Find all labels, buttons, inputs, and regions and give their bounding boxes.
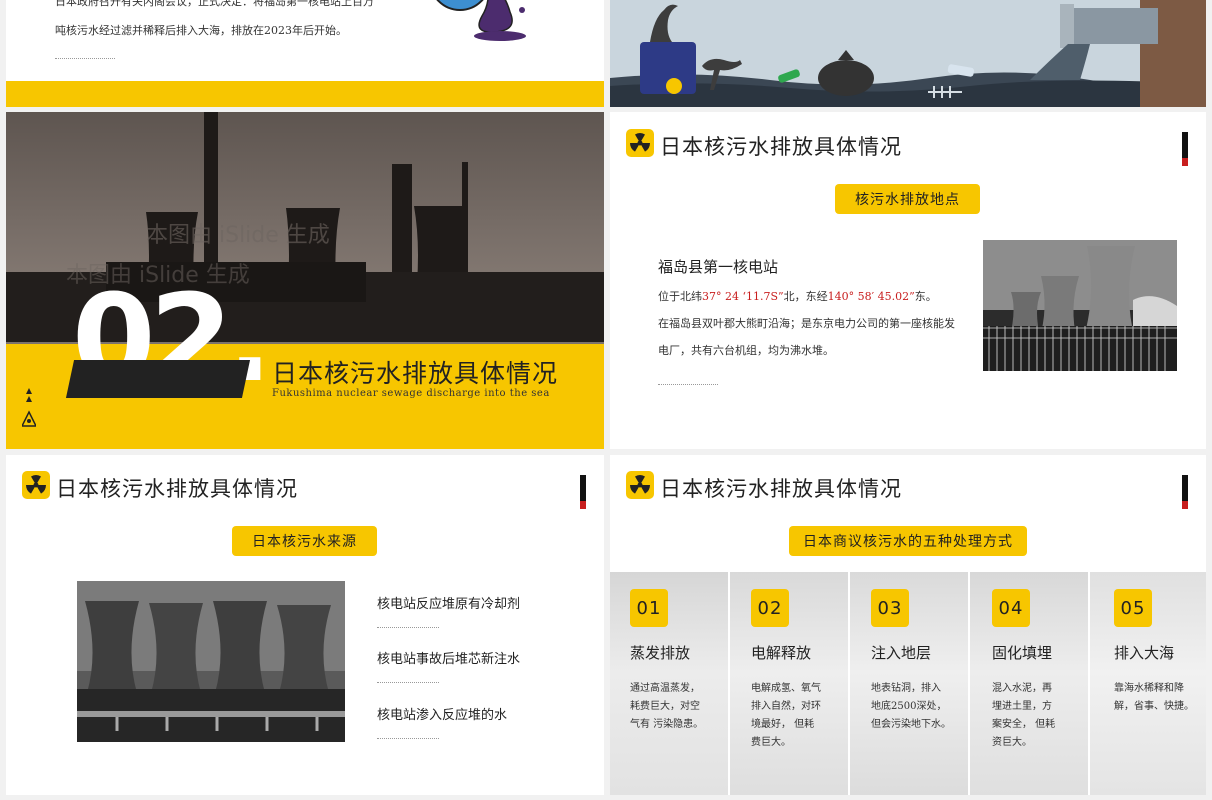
- methods-pill: 日本商议核污水的五种处理方式: [789, 526, 1027, 556]
- method-desc-line: 解，省事、快捷。: [1114, 701, 1194, 712]
- slide-title: 日本核污水排放具体情况: [660, 135, 902, 159]
- radiation-icon: [626, 471, 654, 499]
- corner-mark: [580, 475, 586, 509]
- corner-mark: [1182, 475, 1188, 509]
- plant-heading: 福岛县第一核电站: [658, 258, 779, 276]
- method-desc-line: 地底2500深处，: [871, 701, 947, 712]
- cooling-towers-photo: [983, 240, 1177, 371]
- source-pill: 日本核污水来源: [232, 526, 377, 556]
- method-title: 固化填埋: [992, 644, 1053, 662]
- slide-sewage-source: 日本核污水排放具体情况 日本核污水来源 核电站反应堆原有冷却剂 核电站事故后堆芯…: [6, 455, 604, 795]
- polluted-globe-illustration: [426, 0, 546, 50]
- method-number: 03: [871, 589, 909, 627]
- method-title: 排入大海: [1114, 644, 1175, 662]
- method-number: 02: [751, 589, 789, 627]
- method-card: 02 电解释放 电解成氢、氧气 排入自然，对环 境最好， 但耗 费巨大。: [730, 572, 848, 795]
- divider: [377, 627, 439, 628]
- ocean-pollution-scene: [610, 0, 1206, 107]
- method-card: 03 注入地层 地表钻洞，排入 地底2500深处， 但会污染地下水。: [850, 572, 968, 795]
- source-item-3: 核电站渗入反应堆的水: [377, 708, 508, 723]
- method-card: 05 排入大海 靠海水稀释和降 解，省事、快捷。: [1090, 572, 1206, 795]
- divider: [377, 682, 439, 683]
- method-desc-line: 费巨大。: [751, 737, 791, 748]
- method-title: 蒸发排放: [630, 644, 691, 662]
- method-title: 注入地层: [871, 644, 932, 662]
- slide-pollution-illustration: [610, 0, 1206, 107]
- intro-text-line-2: 吨核污水经过滤并稀释后排入大海，排放在2023年后开始。: [55, 24, 347, 37]
- method-title: 电解释放: [751, 644, 812, 662]
- plant-description-2: 电厂，共有六台机组，均为沸水堆。: [658, 344, 834, 357]
- location-pill: 核污水排放地点: [835, 184, 980, 214]
- yellow-bar: [6, 81, 604, 107]
- plant-description-1: 在福岛县双叶郡大熊町沿海；是东京电力公司的第一座核能发: [658, 317, 955, 330]
- slide-title: 日本核污水排放具体情况: [56, 477, 298, 501]
- slide-five-methods: 日本核污水排放具体情况 日本商议核污水的五种处理方式 01 蒸发排放 通过高温蒸…: [610, 455, 1206, 795]
- method-desc-line: 排入自然，对环: [751, 701, 821, 712]
- method-desc-line: 通过高温蒸发，: [630, 683, 700, 694]
- latitude: 37° 24 ‘11.7S”: [702, 290, 784, 303]
- divider: [658, 384, 718, 385]
- watermark: 本图由 iSlide 生成: [146, 223, 330, 248]
- section-subtitle: Fukushima nuclear sewage discharge into …: [272, 388, 550, 399]
- radiation-icon: [22, 471, 50, 499]
- radiation-icon: [626, 129, 654, 157]
- method-desc-line: 气有 污染隐患。: [630, 719, 704, 730]
- intro-text-line-1: 日本政府召开有关内阁会议，正式决定：将福岛第一核电站上百万: [55, 0, 374, 8]
- slide-title: 日本核污水排放具体情况: [660, 477, 902, 501]
- section-title: 日本核污水排放具体情况: [272, 359, 559, 388]
- divider: [55, 58, 115, 59]
- method-cards: 01 蒸发排放 通过高温蒸发， 耗费巨大，对空 气有 污染隐患。 02 电解释放…: [610, 572, 1206, 795]
- method-card: 04 固化填埋 混入水泥，再 埋进土里，方 案安全， 但耗 资巨大。: [970, 572, 1088, 795]
- method-desc-line: 靠海水稀释和降: [1114, 683, 1184, 694]
- method-desc-line: 案安全， 但耗: [992, 719, 1056, 730]
- method-desc-line: 境最好， 但耗: [751, 719, 815, 730]
- method-number: 01: [630, 589, 668, 627]
- source-item-1: 核电站反应堆原有冷却剂: [377, 597, 521, 612]
- number-overlay-block: [65, 360, 251, 398]
- slide-section-02: 本图由 iSlide 生成 本图由 iSlide 生成 02. 日本核污水排放具…: [6, 112, 604, 449]
- cooling-towers-photo: [77, 581, 345, 742]
- method-desc-line: 耗费巨大，对空: [630, 701, 700, 712]
- corner-mark: [1182, 132, 1188, 166]
- source-item-2: 核电站事故后堆芯新注水: [377, 652, 521, 667]
- method-desc-line: 地表钻洞，排入: [871, 683, 941, 694]
- method-desc-line: 混入水泥，再: [992, 683, 1052, 694]
- divider: [377, 738, 439, 739]
- slide-discharge-location: 日本核污水排放具体情况 核污水排放地点 福岛县第一核电站 位于北纬37° 24 …: [610, 112, 1206, 449]
- longitude: 140° 58′ 45.02”: [827, 290, 915, 303]
- slide-intro-partial: 日本政府召开有关内阁会议，正式决定：将福岛第一核电站上百万 吨核污水经过滤并稀释…: [6, 0, 604, 107]
- method-desc-line: 电解成氢、氧气: [751, 683, 821, 694]
- warning-triangle-icon: [20, 388, 38, 428]
- method-desc-line: 但会污染地下水。: [871, 719, 951, 730]
- method-card: 01 蒸发排放 通过高温蒸发， 耗费巨大，对空 气有 污染隐患。: [610, 572, 728, 795]
- coord-mid: 北，东经: [783, 290, 828, 303]
- coord-suffix: 东。: [914, 290, 937, 303]
- method-desc-line: 埋进土里，方: [992, 701, 1052, 712]
- method-desc-line: 资巨大。: [992, 737, 1032, 748]
- coordinates: 位于北纬37° 24 ‘11.7S”北，东经140° 58′ 45.02”东。: [658, 288, 937, 304]
- method-number: 04: [992, 589, 1030, 627]
- coord-prefix: 位于北纬: [658, 290, 702, 303]
- method-number: 05: [1114, 589, 1152, 627]
